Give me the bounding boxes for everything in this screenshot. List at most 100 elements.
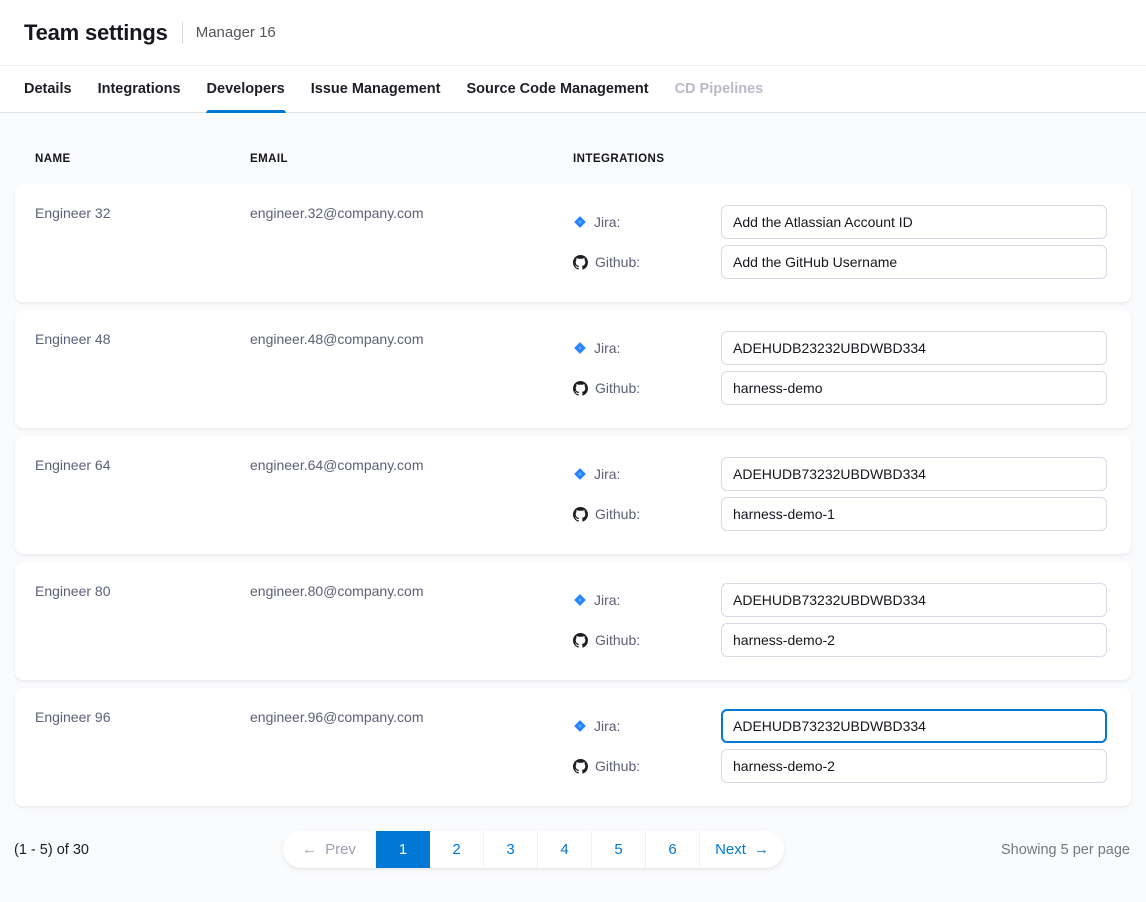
page-subtitle: Manager 16: [196, 24, 276, 41]
jira-icon: [573, 341, 587, 355]
developer-row: Engineer 48 engineer.48@company.com Jira…: [15, 310, 1131, 428]
github-integration-row: Github:: [573, 623, 1107, 657]
prev-page-button[interactable]: ← Prev: [283, 831, 376, 868]
page-title: Team settings: [24, 20, 168, 46]
prev-label: Prev: [325, 841, 356, 858]
jira-account-input[interactable]: [721, 709, 1107, 743]
jira-icon: [573, 593, 587, 607]
integrations-cell: Jira: Github:: [573, 457, 1107, 554]
github-icon: [573, 507, 588, 522]
tab-issue-management[interactable]: Issue Management: [311, 66, 441, 112]
github-label: Github:: [573, 380, 721, 396]
developer-rows: Engineer 32 engineer.32@company.com Jira…: [0, 184, 1146, 806]
github-icon: [573, 759, 588, 774]
github-integration-row: Github:: [573, 749, 1107, 783]
github-integration-row: Github:: [573, 371, 1107, 405]
page-button-5[interactable]: 5: [592, 831, 646, 868]
github-username-input[interactable]: [721, 623, 1107, 657]
table-header: NAME EMAIL INTEGRATIONS: [0, 113, 1146, 184]
developer-email: engineer.64@company.com: [250, 457, 573, 554]
tab-bar: Details Integrations Developers Issue Ma…: [0, 66, 1146, 113]
right-arrow-icon: →: [754, 842, 769, 857]
github-icon: [573, 633, 588, 648]
github-label-text: Github:: [595, 758, 640, 774]
jira-label: Jira:: [573, 592, 721, 608]
github-integration-row: Github:: [573, 497, 1107, 531]
github-label-text: Github:: [595, 380, 640, 396]
developer-row: Engineer 32 engineer.32@company.com Jira…: [15, 184, 1131, 302]
page-button-6[interactable]: 6: [646, 831, 700, 868]
page-button-4[interactable]: 4: [538, 831, 592, 868]
next-page-button[interactable]: Next →: [700, 831, 784, 868]
jira-integration-row: Jira:: [573, 709, 1107, 743]
jira-icon: [573, 467, 587, 481]
github-integration-row: Github:: [573, 245, 1107, 279]
jira-label: Jira:: [573, 718, 721, 734]
developer-name: Engineer 48: [35, 331, 250, 428]
github-icon: [573, 381, 588, 396]
column-header-email: EMAIL: [250, 153, 573, 165]
column-header-integrations: INTEGRATIONS: [573, 153, 1122, 165]
jira-label: Jira:: [573, 340, 721, 356]
jira-integration-row: Jira:: [573, 583, 1107, 617]
developer-row: Engineer 96 engineer.96@company.com Jira…: [15, 688, 1131, 806]
integrations-cell: Jira: Github:: [573, 709, 1107, 806]
github-username-input[interactable]: [721, 371, 1107, 405]
next-label: Next: [715, 841, 746, 858]
tab-label: Details: [24, 81, 72, 97]
jira-label-text: Jira:: [594, 592, 620, 608]
integrations-cell: Jira: Github:: [573, 205, 1107, 302]
jira-account-input[interactable]: [721, 205, 1107, 239]
github-label-text: Github:: [595, 632, 640, 648]
page-button-3[interactable]: 3: [484, 831, 538, 868]
developers-panel: NAME EMAIL INTEGRATIONS Engineer 32 engi…: [0, 113, 1146, 902]
jira-account-input[interactable]: [721, 331, 1107, 365]
developer-email: engineer.96@company.com: [250, 709, 573, 806]
github-username-input[interactable]: [721, 749, 1107, 783]
developer-name: Engineer 96: [35, 709, 250, 806]
title-divider: [182, 22, 183, 44]
pagination-control: ← Prev 123456 Next →: [283, 831, 784, 868]
tab-details[interactable]: Details: [24, 66, 72, 112]
tab-developers[interactable]: Developers: [207, 66, 285, 112]
github-label: Github:: [573, 758, 721, 774]
jira-integration-row: Jira:: [573, 205, 1107, 239]
github-label-text: Github:: [595, 254, 640, 270]
jira-label-text: Jira:: [594, 340, 620, 356]
pagination-footer: (1 - 5) of 30 ← Prev 123456 Next → Showi…: [0, 831, 1146, 868]
developer-name: Engineer 80: [35, 583, 250, 680]
jira-label-text: Jira:: [594, 718, 620, 734]
tab-integrations[interactable]: Integrations: [98, 66, 181, 112]
left-arrow-icon: ←: [302, 842, 317, 857]
tab-label: Source Code Management: [466, 81, 648, 97]
jira-account-input[interactable]: [721, 583, 1107, 617]
developer-email: engineer.80@company.com: [250, 583, 573, 680]
tab-label: Integrations: [98, 81, 181, 97]
github-label: Github:: [573, 506, 721, 522]
page-button-2[interactable]: 2: [430, 831, 484, 868]
github-label: Github:: [573, 632, 721, 648]
developer-email: engineer.32@company.com: [250, 205, 573, 302]
developer-name: Engineer 64: [35, 457, 250, 554]
jira-integration-row: Jira:: [573, 331, 1107, 365]
jira-label-text: Jira:: [594, 214, 620, 230]
jira-icon: [573, 215, 587, 229]
jira-icon: [573, 719, 587, 733]
tab-label: Issue Management: [311, 81, 441, 97]
jira-label: Jira:: [573, 214, 721, 230]
github-label: Github:: [573, 254, 721, 270]
tab-source-code-management[interactable]: Source Code Management: [466, 66, 648, 112]
github-label-text: Github:: [595, 506, 640, 522]
page-button-1[interactable]: 1: [376, 831, 430, 868]
tab-label: Developers: [207, 81, 285, 97]
tab-label: CD Pipelines: [675, 81, 764, 97]
github-username-input[interactable]: [721, 245, 1107, 279]
jira-account-input[interactable]: [721, 457, 1107, 491]
github-username-input[interactable]: [721, 497, 1107, 531]
github-icon: [573, 255, 588, 270]
developer-name: Engineer 32: [35, 205, 250, 302]
team-settings-page: Team settings Manager 16 Details Integra…: [0, 0, 1146, 902]
page-header: Team settings Manager 16: [0, 0, 1146, 66]
developer-row: Engineer 64 engineer.64@company.com Jira…: [15, 436, 1131, 554]
column-header-name: NAME: [35, 153, 250, 165]
